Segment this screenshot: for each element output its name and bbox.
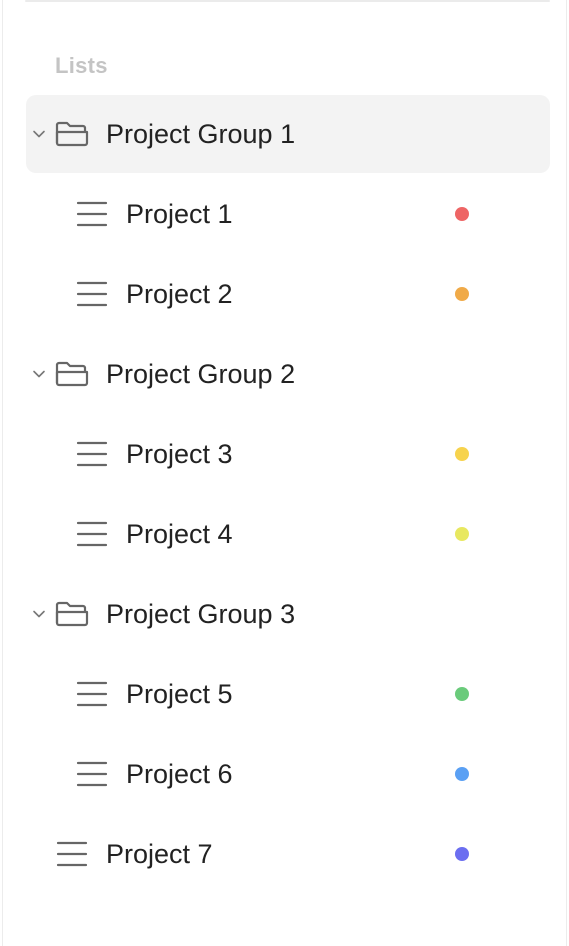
color-dot <box>455 287 469 301</box>
divider <box>25 0 550 2</box>
project-item-4[interactable]: Project 4 <box>26 495 550 573</box>
section-title-lists: Lists <box>55 53 108 78</box>
list-icon <box>76 440 108 468</box>
color-dot <box>455 847 469 861</box>
list-icon <box>56 840 88 868</box>
project-label: Project 2 <box>126 279 233 309</box>
list-icon <box>76 760 108 788</box>
project-label: Project 5 <box>126 679 233 709</box>
project-label: Project 7 <box>106 839 213 869</box>
project-item-5[interactable]: Project 5 <box>26 655 550 733</box>
project-item-6[interactable]: Project 6 <box>26 735 550 813</box>
list-icon <box>76 520 108 548</box>
project-item-1[interactable]: Project 1 <box>26 175 550 253</box>
folder-icon <box>55 120 89 148</box>
color-dot <box>455 767 469 781</box>
project-group-2[interactable]: Project Group 2 <box>26 335 550 413</box>
lists-sidebar: Lists Project Group 1 Project 1 Project … <box>2 0 567 946</box>
chevron-down-icon[interactable] <box>32 607 46 621</box>
list-icon <box>76 680 108 708</box>
chevron-down-icon[interactable] <box>32 127 46 141</box>
chevron-down-icon[interactable] <box>32 367 46 381</box>
project-group-label: Project Group 1 <box>106 119 296 149</box>
project-group-1[interactable]: Project Group 1 <box>26 95 550 173</box>
folder-icon <box>55 360 89 388</box>
project-item-2[interactable]: Project 2 <box>26 255 550 333</box>
project-label: Project 1 <box>126 199 233 229</box>
color-dot <box>455 687 469 701</box>
color-dot <box>455 447 469 461</box>
color-dot <box>455 207 469 221</box>
list-icon <box>76 280 108 308</box>
project-label: Project 3 <box>126 439 233 469</box>
project-group-label: Project Group 3 <box>106 599 296 629</box>
project-item-7[interactable]: Project 7 <box>26 815 550 893</box>
color-dot <box>455 527 469 541</box>
folder-icon <box>55 600 89 628</box>
list-icon <box>76 200 108 228</box>
project-label: Project 6 <box>126 759 233 789</box>
project-group-label: Project Group 2 <box>106 359 296 389</box>
project-group-3[interactable]: Project Group 3 <box>26 575 550 653</box>
project-item-3[interactable]: Project 3 <box>26 415 550 493</box>
project-label: Project 4 <box>126 519 233 549</box>
